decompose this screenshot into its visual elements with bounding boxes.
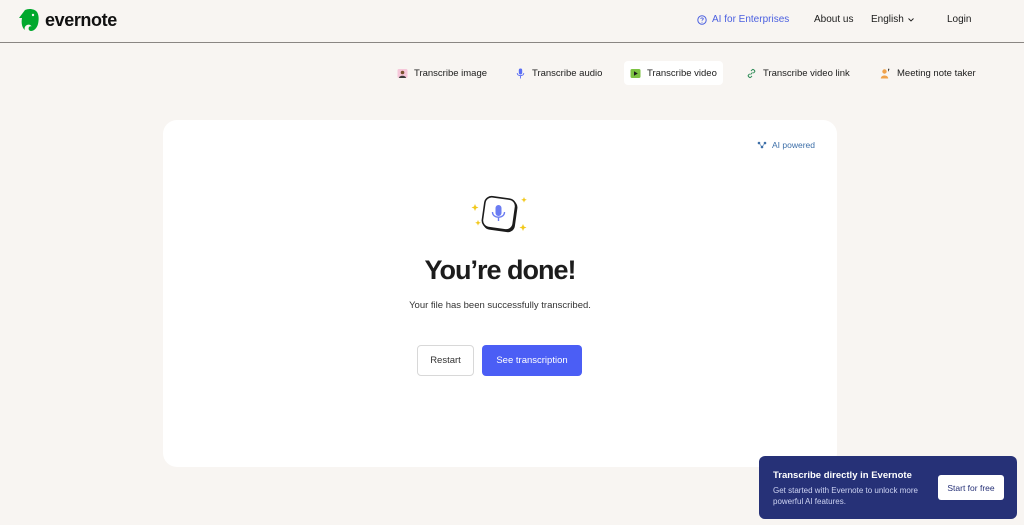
top-header: evernote AI for Enterprises About us Eng… — [0, 0, 1024, 43]
evernote-logo[interactable]: evernote — [19, 8, 117, 33]
link-icon — [746, 68, 757, 79]
restart-button[interactable]: Restart — [417, 345, 474, 376]
chevron-down-icon — [907, 17, 914, 22]
tab-label: Meeting note taker — [897, 67, 976, 79]
promo-text: Get started with Evernote to unlock more… — [773, 486, 918, 506]
done-subtitle: Your file has been successfully transcri… — [409, 300, 591, 311]
ai-powered-label: AI powered — [772, 140, 815, 150]
ai-powered-badge: AI powered — [757, 140, 815, 150]
language-selector[interactable]: English — [871, 14, 914, 25]
nav-ai-for-enterprises[interactable]: AI for Enterprises — [697, 14, 789, 25]
image-icon — [397, 68, 408, 79]
tab-transcribe-video-link[interactable]: Transcribe video link — [740, 61, 856, 85]
tab-transcribe-audio[interactable]: Transcribe audio — [509, 61, 608, 85]
person-icon — [880, 68, 891, 79]
done-title: You’re done! — [424, 255, 576, 285]
question-circle-icon — [697, 14, 707, 25]
evernote-promo-banner: Transcribe directly in Evernote Get star… — [759, 456, 1017, 519]
tab-meeting-note-taker[interactable]: Meeting note taker — [874, 61, 982, 85]
ai-nodes-icon — [757, 141, 767, 149]
video-icon — [630, 68, 641, 79]
logo-text: evernote — [45, 10, 117, 30]
tab-label: Transcribe audio — [532, 67, 603, 79]
transcribe-tabs: Transcribe image Transcribe audio Transc… — [0, 61, 1024, 85]
see-transcription-button[interactable]: See transcription — [482, 345, 582, 376]
promo-title: Transcribe directly in Evernote — [773, 470, 912, 481]
login-link[interactable]: Login — [947, 14, 971, 25]
language-label: English — [871, 14, 904, 25]
start-for-free-button[interactable]: Start for free — [938, 475, 1004, 500]
microphone-sparkle-icon — [470, 195, 530, 239]
tab-transcribe-image[interactable]: Transcribe image — [391, 61, 493, 85]
nav-about-us[interactable]: About us — [814, 14, 853, 25]
tab-transcribe-video[interactable]: Transcribe video — [624, 61, 723, 85]
tab-label: Transcribe image — [414, 67, 488, 79]
nav-ai-label: AI for Enterprises — [712, 14, 790, 25]
result-card: AI powered You’re done! Your file has be… — [163, 120, 837, 467]
elephant-logo-icon — [19, 8, 39, 32]
tab-label: Transcribe video link — [763, 67, 850, 79]
tab-label: Transcribe video — [647, 67, 717, 79]
microphone-icon — [515, 68, 526, 79]
